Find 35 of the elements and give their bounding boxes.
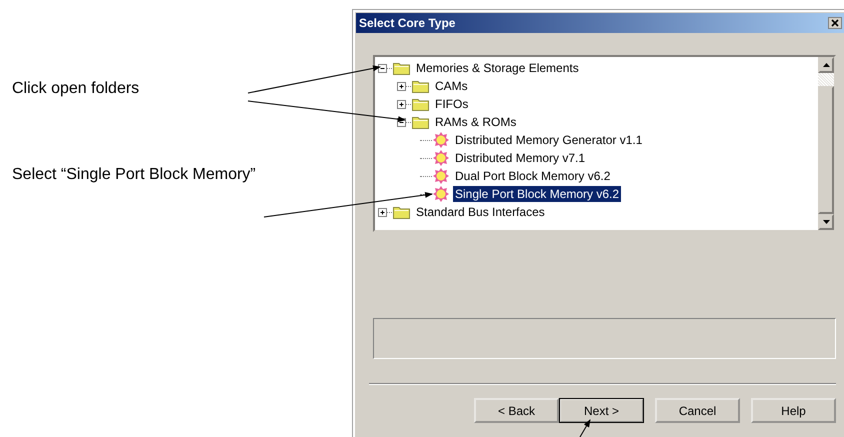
expand-icon[interactable]	[397, 82, 406, 90]
tree-item[interactable]: Standard Bus Interfaces	[414, 204, 547, 220]
tree-item[interactable]: RAMs & ROMs	[433, 114, 518, 130]
tree-item[interactable]: Single Port Block Memory v6.2	[453, 186, 622, 202]
dialog-button[interactable]: Help	[751, 398, 836, 423]
scroll-bar[interactable]	[818, 57, 834, 230]
tree-item[interactable]: Memories & Storage Elements	[414, 60, 581, 76]
scroll-thumb[interactable]	[818, 86, 834, 214]
close-icon[interactable]	[828, 17, 842, 29]
folder-icon	[412, 115, 429, 129]
expand-icon[interactable]	[378, 208, 387, 216]
scroll-up-icon[interactable]	[822, 63, 830, 67]
tree-item[interactable]: FIFOs	[433, 96, 470, 112]
folder-icon	[393, 205, 410, 219]
flower-icon	[433, 150, 449, 166]
collapse-icon[interactable]	[378, 64, 387, 72]
instruction-text: Select “Single Port Block Memory”	[12, 165, 257, 184]
folder-icon	[412, 97, 429, 111]
folder-icon	[412, 79, 429, 93]
scroll-down-icon[interactable]	[822, 220, 830, 224]
instruction-text: Click open folders	[12, 80, 140, 98]
callout-arrow	[580, 419, 590, 437]
tree-item[interactable]: Distributed Memory Generator v1.1	[453, 132, 644, 148]
dialog-button[interactable]: Cancel	[655, 398, 740, 423]
window-title: Select Core Type	[359, 16, 456, 30]
dialog-button[interactable]: Next >	[559, 398, 644, 423]
tree-item[interactable]: CAMs	[433, 78, 470, 94]
flower-icon	[433, 132, 449, 148]
flower-icon	[433, 168, 449, 184]
tree-item[interactable]: Distributed Memory v7.1	[453, 150, 588, 166]
tree-item[interactable]: Dual Port Block Memory v6.2	[453, 168, 612, 184]
expand-icon[interactable]	[397, 100, 406, 108]
dialog-button[interactable]: < Back	[474, 398, 559, 423]
flower-icon	[433, 186, 449, 202]
folder-icon	[393, 61, 410, 75]
